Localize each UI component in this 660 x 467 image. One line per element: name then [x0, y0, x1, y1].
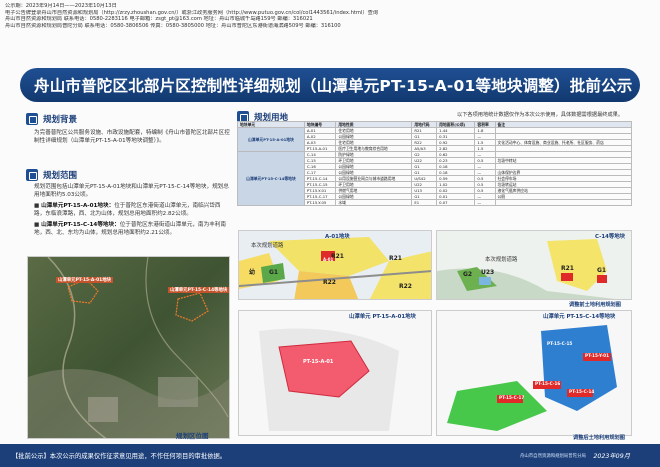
footer-bar: 【批前公示】本次公示的成果仅作征求意见用途，不作任何项目的审批依据。 舟山市自然… — [0, 444, 660, 467]
header-line: 公示期：2023年9月14日——2023年10月13日 — [5, 3, 117, 9]
map-c14-before-drawing — [437, 231, 631, 299]
zone-label: R21 — [389, 255, 402, 262]
zone-label: A-01 — [323, 257, 334, 262]
group-cell: 山潭单元PT-15-C-14等地块 — [237, 151, 305, 206]
scope-item-1: ■ 山潭单元PT-15-A-01地块：位于普陀区东港街道山潭单元，南临兴岱西路，… — [34, 202, 221, 218]
map-c14-before: C-14等地块 本次规划道路 R21 G1 G2 U23 — [436, 230, 632, 300]
section-icon — [26, 113, 38, 125]
table-cell: — — [474, 199, 496, 206]
scope-title-text: 规划范围 — [43, 171, 78, 181]
background-text: 为完善普陀区公共服务设施、市政设施配套，特编制《舟山市普陀区北部片区控制性详细规… — [34, 129, 230, 148]
notice-header: 公示期：2023年9月14日——2023年10月13日 电子公告牌登录舟山市自然… — [5, 3, 605, 29]
background-section-title: 规划背景 — [26, 113, 77, 125]
zone-label: PT-15-A-01 — [303, 359, 334, 365]
map-a01-title: A-01地块 — [325, 234, 350, 240]
background-title-text: 规划背景 — [43, 115, 78, 125]
satellite-image — [28, 257, 229, 438]
background-paragraph: 为完善普陀区公共服务设施、市政设施配套，特编制《舟山市普陀区北部片区控制性详细规… — [34, 130, 230, 145]
scope-item-2-label: 山潭单元PT-15-C-14等地块： — [41, 221, 120, 228]
section-icon — [26, 169, 38, 181]
table-cell: 0.07 — [436, 199, 476, 206]
zone-label: 幼 — [249, 269, 256, 276]
scope-text: 规划范围包括山潭单元PT-15-A-01地块和山潭单元PT-15-C-14等地块… — [34, 183, 230, 239]
footer-logo-text: 舟山市自然资源和规划局普陀分局 — [520, 453, 586, 459]
header-line[interactable]: 电子公告牌登录舟山市自然资源和规划局（http://zrzy.zhoushan.… — [5, 10, 605, 17]
scope-item-1-label: 山潭单元PT-15-A-01地块： — [41, 202, 115, 209]
zone-label: G2 — [463, 271, 473, 278]
table-cell: PT-15-Y-05 — [303, 199, 337, 206]
table-cell: E1 — [411, 199, 438, 206]
notice-page: 公示期：2023年9月14日——2023年10月13日 电子公告牌登录舟山市自然… — [0, 0, 660, 467]
land-use-table: 地块单元 地块编号 用地性质 用地代码 用地面积(公顷) 容积率 备注 山潭单元… — [237, 121, 632, 206]
zone-label: G1 — [269, 269, 279, 276]
location-label-c14: 山潭单元PT-15-C-14等地块 — [168, 287, 229, 293]
title-banner: 舟山市普陀区北部片区控制性详细规划（山潭单元PT-15-A-01等地块调整）批前… — [20, 68, 640, 102]
zone-label: R21 — [561, 265, 574, 272]
location-label-a01: 山潭单元PT-15-A-01地块 — [56, 277, 113, 283]
map-a01-after: 山潭单元 PT-15-A-01地块 PT-15-A-01 — [238, 310, 432, 436]
table-cell: 水域 — [335, 199, 413, 206]
location-map-caption: 规划区位图 — [176, 432, 209, 440]
zone-label: R22 — [323, 279, 336, 286]
zone-label: PT-15-C-15 — [547, 341, 573, 346]
map-a01-road-label: 本次规划道路 — [251, 243, 284, 249]
footer-notice: 【批前公示】本次公示的成果仅作征求意见用途，不作任何项目的审批依据。 — [12, 453, 227, 460]
zone-label: R22 — [399, 283, 412, 290]
table-cell — [494, 199, 632, 206]
header-line: 舟山市自然资源和规划局 联系电话：0580-2283116 电子邮箱：zsgt_… — [5, 16, 313, 23]
map-a01-before: A-01地块 本次规划道路 R21 A-01 G1 R21 R22 幼 R22 — [238, 230, 432, 300]
zone-label: PT-15-C-17 — [499, 395, 525, 400]
zone-label: PT-15-Y-01 — [585, 353, 609, 358]
map-c14-road-label: 本次规划道路 — [485, 257, 518, 263]
map-a01-after-drawing — [239, 311, 431, 435]
before-caption: 调整前土地利用规划图 — [569, 302, 621, 308]
scope-item-2: ■ 山潭单元PT-15-C-14等地块：位于普陀区东港街道山潭单元，南为丰利南地… — [34, 221, 226, 237]
scope-paragraph: 规划范围包括山潭单元PT-15-A-01地块和山潭单元PT-15-C-14等地块… — [34, 184, 229, 199]
header-line: 舟山市自然资源和规划局普陀分局 联系电话：0580-3806506 传真：058… — [5, 22, 341, 29]
footer-date: 2023年09月 — [593, 453, 630, 460]
map-a01-after-title: 山潭单元 PT-15-A-01地块 — [349, 314, 416, 320]
zone-label: PT-15-C-14 — [569, 389, 595, 394]
map-c14-title: C-14等地块 — [595, 234, 625, 240]
scope-section-title: 规划范围 — [26, 169, 77, 181]
group-cell: 山潭单元PT-15-A-01地块 — [237, 127, 305, 152]
page-title: 舟山市普陀区北部片区控制性详细规划（山潭单元PT-15-A-01等地块调整）批前… — [34, 77, 633, 95]
land-use-note: 以下各项用地统计数据仅作为本次公示使用，具体数据需根据最终成果。 — [457, 112, 624, 118]
map-c14-after: 山潭单元 PT-15-C-14等地块 PT-15-C-15 PT-15-Y-01… — [436, 310, 632, 436]
map-c14-after-title: 山潭单元 PT-15-C-14等地块 — [543, 314, 616, 320]
map-c14-after-drawing — [437, 311, 631, 435]
after-caption: 调整后土地利用规划图 — [573, 435, 625, 441]
zone-label: PT-15-C-16 — [535, 381, 561, 386]
zone-label: U23 — [481, 269, 495, 276]
location-map: 山潭单元PT-15-A-01地块 山潭单元PT-15-C-14等地块 — [27, 256, 230, 439]
zone-label: G1 — [597, 267, 607, 274]
